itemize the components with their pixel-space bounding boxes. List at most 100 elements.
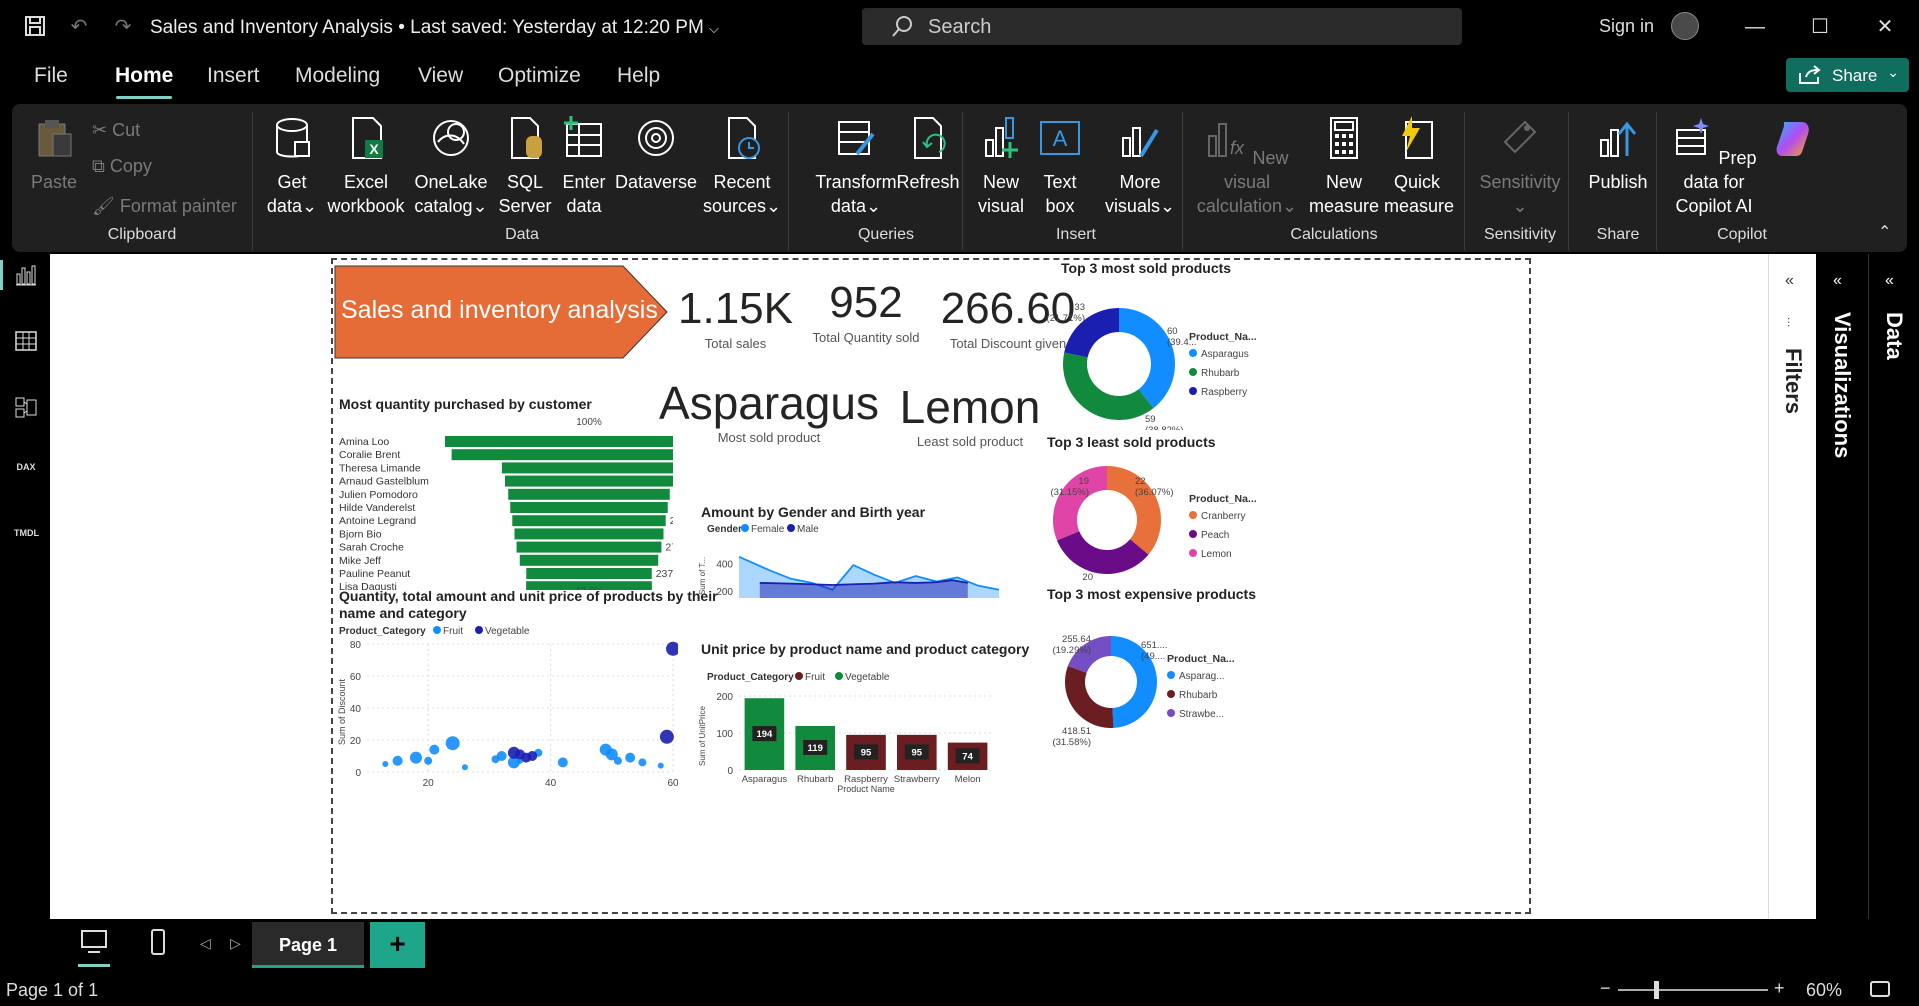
maximize-icon[interactable]: ☐ bbox=[1805, 12, 1835, 42]
sql-server-button[interactable]: SQL Server bbox=[496, 116, 554, 218]
menu-help[interactable]: Help bbox=[617, 64, 660, 88]
recent-sources-icon bbox=[728, 117, 760, 159]
undo-icon[interactable]: ↶ bbox=[66, 13, 92, 39]
dax-query-view-icon[interactable]: DAX bbox=[14, 462, 38, 486]
model-view-icon[interactable] bbox=[14, 396, 38, 420]
onelake-catalog-button[interactable]: OneLake catalog⌄ bbox=[410, 116, 492, 218]
excel-icon: X bbox=[352, 117, 383, 159]
expand-icon[interactable]: « bbox=[1785, 272, 1794, 290]
report-view-icon[interactable] bbox=[14, 264, 38, 288]
fit-to-page-icon[interactable] bbox=[1870, 981, 1890, 997]
legend-marker bbox=[1189, 549, 1197, 557]
legend-title: Gender bbox=[707, 524, 742, 535]
svg-text:fx: fx bbox=[1230, 138, 1245, 158]
excel-workbook-button[interactable]: X Excel workbook bbox=[324, 116, 408, 218]
close-icon[interactable]: ✕ bbox=[1870, 12, 1900, 42]
menu-modeling[interactable]: Modeling bbox=[295, 64, 380, 88]
scatter-chart[interactable]: Product_Category Fruit Vegetable 0 20 40 60 80 2… bbox=[333, 622, 678, 790]
scatter-point bbox=[657, 762, 664, 769]
kpi-most-sold[interactable]: Asparagus Most sold product bbox=[659, 376, 879, 445]
minimize-icon[interactable]: — bbox=[1740, 12, 1770, 42]
sign-in-link[interactable]: Sign in bbox=[1599, 16, 1654, 37]
new-visual-button[interactable]: New visual bbox=[972, 116, 1030, 218]
visualizations-pane[interactable]: « Visualizations bbox=[1817, 254, 1867, 919]
quick-measure-button[interactable]: Quick measure bbox=[1384, 116, 1454, 218]
prep-data-for-copilot-button[interactable]: Prep data for Copilot AI bbox=[1664, 116, 1764, 218]
y-tick-label: 100 bbox=[716, 729, 733, 740]
kpi-total-sales[interactable]: 1.15K Total sales bbox=[673, 284, 798, 351]
data-label: 74 bbox=[962, 751, 973, 762]
mobile-layout-icon[interactable] bbox=[150, 929, 166, 960]
paste-button[interactable]: Paste bbox=[26, 116, 82, 194]
menu-view[interactable]: View bbox=[418, 64, 463, 88]
zoom-in-button[interactable]: + bbox=[1774, 978, 1785, 999]
text-box-icon: A bbox=[1040, 121, 1080, 155]
line-chart[interactable]: GenderFemaleMale200400194019601980Sum of… bbox=[693, 520, 1003, 600]
funnel-value-label: 290.31 bbox=[670, 515, 673, 527]
expand-icon[interactable]: « bbox=[1885, 272, 1894, 290]
zoom-out-button[interactable]: − bbox=[1600, 978, 1611, 999]
y-tick-label: 0 bbox=[727, 766, 733, 777]
zoom-level[interactable]: 60% bbox=[1806, 980, 1842, 1001]
save-icon[interactable] bbox=[22, 13, 48, 39]
funnel-chart[interactable]: 100% Amina LooCoralie BrentTheresa Limand… bbox=[333, 410, 673, 590]
copy-button[interactable]: ⧉ Copy bbox=[92, 156, 152, 177]
funnel-bar bbox=[508, 488, 670, 500]
refresh-button[interactable]: Refresh bbox=[896, 116, 960, 194]
recent-sources-button[interactable]: Recent sources⌄ bbox=[700, 116, 784, 218]
more-visuals-button[interactable]: More visuals⌄ bbox=[1102, 116, 1178, 218]
kpi-label: Most sold product bbox=[717, 430, 821, 445]
get-data-button[interactable]: Get data⌄ bbox=[262, 116, 322, 218]
more-visuals-icon bbox=[1122, 127, 1159, 158]
zoom-slider-thumb[interactable] bbox=[1654, 981, 1659, 999]
donut-value-label: 60 bbox=[1167, 326, 1178, 337]
kpi-least-sold[interactable]: Lemon Least sold product bbox=[885, 380, 1055, 449]
search-box[interactable]: Search bbox=[862, 8, 1462, 45]
expand-icon[interactable]: « bbox=[1833, 272, 1842, 290]
donut-least-sold[interactable]: 22(36.07%) 20(32.79%) 19(31.15%) Product_Na… bbox=[1033, 454, 1283, 584]
legend-label: Lemon bbox=[1201, 549, 1232, 560]
donut-most-expensive[interactable]: 651....(49.... 418.51(31.58%) 255.64(19.29… bbox=[1033, 622, 1283, 752]
prev-page-icon[interactable]: ◁ bbox=[200, 935, 211, 952]
enter-data-button[interactable]: Enter data bbox=[556, 116, 612, 218]
dataverse-button[interactable]: Dataverse bbox=[614, 116, 698, 194]
share-button[interactable]: Share ⌄ bbox=[1786, 58, 1909, 92]
next-page-icon[interactable]: ▷ bbox=[230, 935, 241, 952]
scatter-point bbox=[445, 736, 460, 751]
avatar[interactable] bbox=[1671, 12, 1699, 40]
cut-button[interactable]: ✂ Cut bbox=[92, 120, 140, 141]
document-title[interactable]: Sales and Inventory Analysis • Last save… bbox=[150, 17, 719, 39]
menu-file[interactable]: File bbox=[34, 64, 68, 88]
menu-insert[interactable]: Insert bbox=[207, 64, 260, 88]
desktop-layout-icon[interactable] bbox=[78, 929, 110, 967]
redo-icon[interactable]: ↷ bbox=[110, 13, 136, 39]
x-tick-label: Strawberry bbox=[894, 774, 940, 785]
publish-button[interactable]: Publish bbox=[1576, 116, 1660, 194]
data-pane[interactable]: « Data bbox=[1868, 254, 1919, 919]
clipboard-icon bbox=[38, 120, 72, 157]
menu-optimize[interactable]: Optimize bbox=[498, 64, 581, 88]
legend-marker bbox=[475, 626, 483, 634]
text-box-button[interactable]: A Text box bbox=[1032, 116, 1088, 218]
bar-chart[interactable]: Product_Category Fruit Vegetable 0 100 200 Sum… bbox=[693, 656, 1003, 792]
donut-percent-label: (38.82%) bbox=[1145, 425, 1184, 430]
filters-pane[interactable]: « ⫶ Filters bbox=[1768, 254, 1816, 919]
filter-icon: ⫶ bbox=[1787, 316, 1791, 330]
kpi-total-quantity[interactable]: 952 Total Quantity sold bbox=[801, 278, 931, 345]
donut-slice bbox=[1065, 665, 1114, 728]
legend-title: Product_Na... bbox=[1189, 331, 1257, 343]
collapse-ribbon-icon[interactable]: ⌃ bbox=[1878, 222, 1891, 242]
new-measure-button[interactable]: New measure bbox=[1306, 116, 1382, 218]
table-view-icon[interactable] bbox=[14, 330, 38, 354]
new-visual-calculation-button[interactable]: fx New visual calculation⌄ bbox=[1192, 116, 1302, 218]
zoom-slider[interactable] bbox=[1618, 981, 1768, 999]
tmdl-view-icon[interactable]: TMDL bbox=[14, 528, 39, 552]
funnel-bar bbox=[516, 541, 662, 553]
tab-page-1[interactable]: Page 1 bbox=[252, 922, 364, 968]
donut-most-sold[interactable]: 60(39.4...59(38.82%)33(21.71%)Product_Na… bbox=[1033, 280, 1283, 430]
format-painter-button[interactable]: 🖌 Format painter bbox=[92, 196, 237, 217]
add-page-button[interactable]: + bbox=[370, 922, 425, 968]
sensitivity-button[interactable]: Sensitivity ⌄ bbox=[1470, 116, 1570, 218]
menu-home[interactable]: Home bbox=[115, 64, 173, 88]
copilot-button[interactable] bbox=[1764, 116, 1822, 170]
